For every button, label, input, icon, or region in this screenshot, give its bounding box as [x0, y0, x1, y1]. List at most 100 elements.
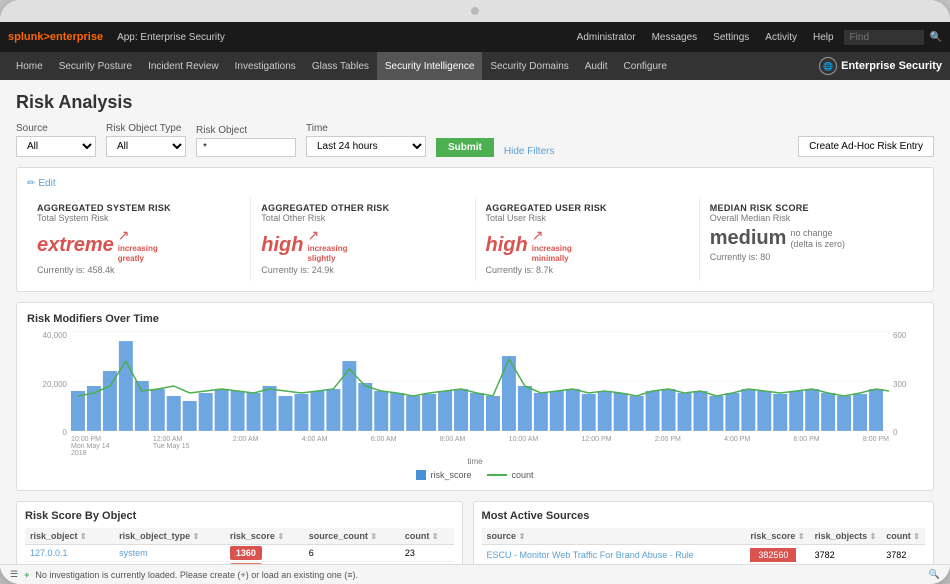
- source-value-0[interactable]: ESCU - Monitor Web Traffic For Brand Abu…: [482, 545, 746, 564]
- source-label: Source: [16, 123, 96, 134]
- status-message: No investigation is currently loaded. Pl…: [35, 570, 358, 580]
- col-risk-objects[interactable]: risk_objects ⇕: [810, 528, 882, 545]
- create-adhoc-button[interactable]: Create Ad-Hoc Risk Entry: [798, 136, 934, 157]
- col-source-count[interactable]: source_count ⇕: [304, 528, 400, 545]
- y-right-zero: 0: [893, 428, 923, 437]
- risk-by-object-title: Risk Score By Object: [25, 510, 454, 522]
- chart-section: Risk Modifiers Over Time 40,000 20,000 0: [16, 302, 934, 491]
- global-search-input[interactable]: [844, 30, 924, 45]
- y-left-mid: 20,000: [27, 380, 67, 389]
- hide-filters-button[interactable]: Hide Filters: [504, 146, 555, 157]
- nav-security-posture[interactable]: Security Posture: [51, 52, 140, 80]
- risk-value-median: medium: [710, 227, 787, 250]
- status-search-icon[interactable]: 🔍: [929, 569, 940, 580]
- current-other: Currently is: 24.9k: [261, 265, 464, 275]
- legend-count-label: count: [511, 470, 533, 480]
- es-label: Enterprise Security: [841, 60, 942, 72]
- add-icon[interactable]: +: [24, 570, 29, 580]
- col-source[interactable]: source ⇕: [482, 528, 746, 545]
- nav-messages[interactable]: Messages: [646, 32, 704, 43]
- nav-audit[interactable]: Audit: [577, 52, 616, 80]
- trend-system: ↗ increasinggreatly: [118, 227, 158, 263]
- risk-object-input[interactable]: [196, 138, 296, 157]
- card-value-median: medium no change(delta is zero): [710, 227, 913, 250]
- device-frame: splunk>enterprise App: Enterprise Securi…: [0, 0, 950, 584]
- camera-notch: [471, 7, 479, 15]
- chart-area: 10:00 PMMon May 142018 12:00 AMTue May 1…: [71, 331, 889, 457]
- table-row: ESCU - Monitor Web Traffic For Brand Abu…: [482, 545, 925, 564]
- y-left-zero: 0: [27, 428, 67, 437]
- current-user: Currently is: 8.7k: [486, 265, 689, 275]
- risk-cards-section: ✏ Edit AGGREGATED SYSTEM RISK Total Syst…: [16, 167, 934, 292]
- time-filter-group: Time Last 24 hours: [306, 123, 426, 157]
- most-active-table: source ⇕ risk_score ⇕ risk_objects ⇕ cou…: [482, 528, 925, 564]
- card-subtitle-other: Total Other Risk: [261, 213, 464, 223]
- nav-security-intelligence[interactable]: Security Intelligence: [377, 52, 483, 80]
- source-count-value-0: 6: [304, 545, 400, 562]
- device-top-bar: [0, 0, 950, 22]
- trend-arrow-system: ↗: [118, 227, 130, 244]
- x-label-3: 4:00 AM: [302, 436, 328, 457]
- col-risk-object-type[interactable]: risk_object_type ⇕: [114, 528, 225, 545]
- nav-home[interactable]: Home: [8, 52, 51, 80]
- col-risk-score-src[interactable]: risk_score ⇕: [745, 528, 809, 545]
- source-count-val-0: 3782: [881, 545, 925, 564]
- card-title-other: AGGREGATED OTHER RISK: [261, 203, 464, 213]
- risk-score-by-object: Risk Score By Object risk_object ⇕ risk_…: [16, 501, 463, 564]
- risk-object-type-value-0[interactable]: system: [114, 545, 225, 562]
- risk-card-median: MEDIAN RISK SCORE Overall Median Risk me…: [700, 197, 923, 281]
- top-nav-right: Administrator Messages Settings Activity…: [571, 30, 942, 45]
- risk-object-value-0[interactable]: 127.0.0.1: [25, 545, 114, 562]
- nav-glass-tables[interactable]: Glass Tables: [304, 52, 377, 80]
- pencil-icon: ✏: [27, 178, 35, 189]
- card-subtitle-user: Total User Risk: [486, 213, 689, 223]
- menu-icon[interactable]: ☰: [10, 569, 18, 580]
- card-value-system: extreme ↗ increasinggreatly: [37, 227, 240, 263]
- no-change-label: no change(delta is zero): [790, 228, 845, 250]
- legend-risk-score: risk_score: [416, 470, 471, 480]
- time-select[interactable]: Last 24 hours: [306, 136, 426, 157]
- col-count[interactable]: count ⇕: [400, 528, 454, 545]
- nav-security-domains[interactable]: Security Domains: [482, 52, 576, 80]
- nav-incident-review[interactable]: Incident Review: [140, 52, 227, 80]
- nav-help[interactable]: Help: [807, 32, 840, 43]
- page-title: Risk Analysis: [16, 92, 934, 113]
- nav-activity[interactable]: Activity: [759, 32, 803, 43]
- y-axis-right: 600 300 0: [893, 331, 923, 457]
- most-active-sources: Most Active Sources source ⇕ risk_score …: [473, 501, 934, 564]
- status-bar: ☰ + No investigation is currently loaded…: [0, 564, 950, 584]
- nav-configure[interactable]: Configure: [616, 52, 675, 80]
- risk-object-type-select[interactable]: All: [106, 136, 186, 157]
- y-left-max: 40,000: [27, 331, 67, 340]
- col-risk-score[interactable]: risk_score ⇕: [225, 528, 304, 545]
- trend-other: ↗ increasingslightly: [307, 227, 347, 263]
- nav-right: 🌐 Enterprise Security: [819, 57, 942, 75]
- submit-button[interactable]: Submit: [436, 138, 494, 157]
- card-subtitle-median: Overall Median Risk: [710, 213, 913, 223]
- source-filter-group: Source All: [16, 123, 96, 157]
- x-label-6: 10:00 AM: [509, 436, 539, 457]
- trend-median: no change(delta is zero): [790, 228, 845, 250]
- app-container: splunk>enterprise App: Enterprise Securi…: [0, 22, 950, 584]
- edit-link[interactable]: ✏ Edit: [27, 178, 923, 189]
- search-icon[interactable]: 🔍: [930, 32, 942, 43]
- nav-settings[interactable]: Settings: [707, 32, 755, 43]
- edit-label: Edit: [38, 178, 55, 189]
- main-content: Risk Analysis Source All Risk Object Typ…: [0, 80, 950, 564]
- risk-object-type-label: Risk Object Type: [106, 123, 186, 134]
- splunk-brand: splunk: [8, 31, 43, 43]
- risk-card-system: AGGREGATED SYSTEM RISK Total System Risk…: [27, 197, 251, 281]
- x-label-1: 12:00 AMTue May 15: [153, 436, 190, 457]
- legend-score-icon: [416, 470, 426, 480]
- nav-admin[interactable]: Administrator: [571, 32, 642, 43]
- col-risk-object[interactable]: risk_object ⇕: [25, 528, 114, 545]
- nav-investigations[interactable]: Investigations: [227, 52, 304, 80]
- risk-object-group: Risk Object: [196, 125, 296, 157]
- y-right-max: 600: [893, 331, 923, 340]
- source-risk-objects-0: 3782: [810, 545, 882, 564]
- main-nav: Home Security Posture Incident Review In…: [0, 52, 950, 80]
- x-label-10: 6:00 PM: [794, 436, 820, 457]
- col-count-src[interactable]: count ⇕: [881, 528, 925, 545]
- source-select[interactable]: All: [16, 136, 96, 157]
- nav-app[interactable]: App: Enterprise Security: [111, 22, 231, 52]
